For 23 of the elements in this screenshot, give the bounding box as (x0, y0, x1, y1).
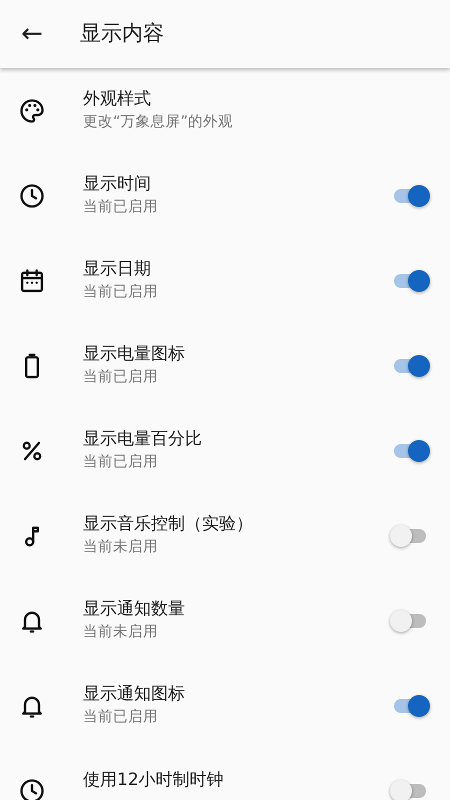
setting-status: 当前未启用 (83, 538, 159, 558)
setting-title: 显示电量百分比 (83, 428, 203, 452)
clock-icon (18, 776, 46, 800)
setting-title: 显示通知数量 (83, 598, 186, 622)
clock-icon (18, 182, 46, 210)
setting-status: 当前已启用 (83, 708, 159, 728)
setting-title: 显示日期 (83, 258, 152, 282)
setting-title: 外观样式 (83, 88, 152, 112)
calendar-icon (18, 266, 46, 294)
setting-title: 显示音乐控制（实验） (83, 513, 254, 536)
setting-status: 当前未启用 (83, 622, 159, 642)
setting-status: 当前已启用 (83, 282, 159, 302)
setting-status: 更改“万象息屏”的外观 (83, 113, 234, 132)
setting-title: 显示电量图标 (83, 343, 186, 366)
setting-title: 显示时间 (83, 173, 152, 196)
setting-status: 当前已启用 (83, 198, 159, 218)
setting-title: 使用12小时制时钟 (83, 768, 225, 792)
palette-icon (18, 96, 46, 124)
screen-title: 显示内容 (80, 20, 164, 48)
setting-title: 显示通知图标 (83, 683, 186, 706)
back-button[interactable]: ← (14, 16, 50, 52)
setting-status: 当前已启用 (83, 368, 159, 388)
setting-status: 当前已启用 (83, 452, 159, 472)
